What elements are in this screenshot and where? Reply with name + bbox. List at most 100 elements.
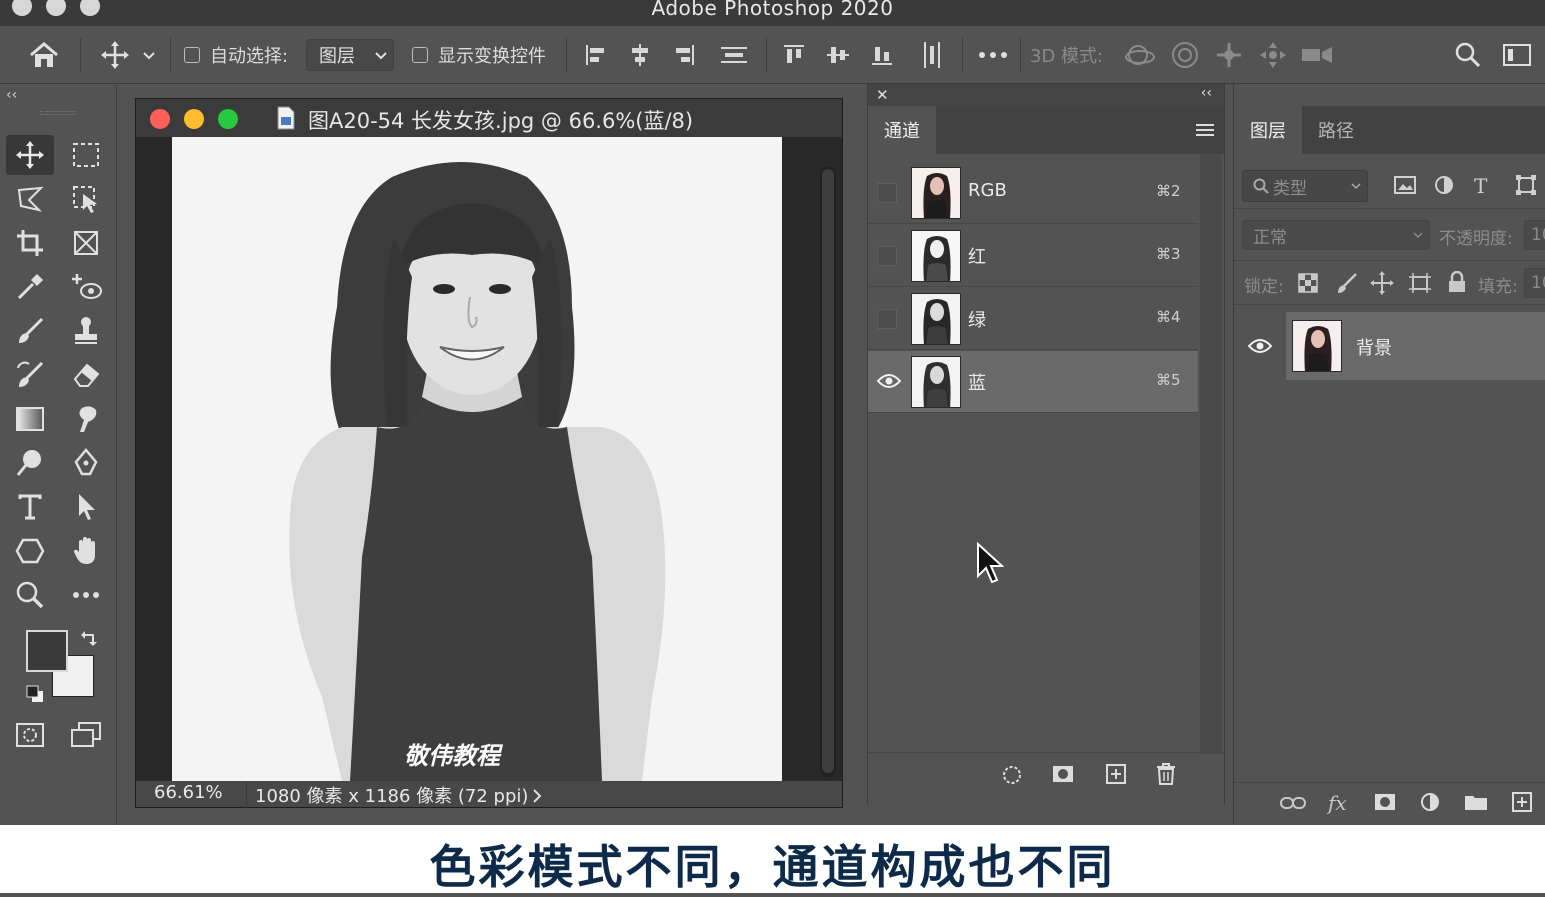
visibility-toggle[interactable] [877,309,897,329]
3d-slide-icon[interactable] [1258,26,1288,84]
collapse-panel-icon[interactable]: ‹‹ [6,87,17,103]
3d-pan-icon[interactable] [1214,26,1244,84]
filter-adjustment-icon[interactable] [1434,175,1454,199]
default-colors-icon[interactable] [26,685,44,707]
trash-icon[interactable] [1156,763,1176,789]
type-tool-icon[interactable] [6,487,54,527]
marquee-tool-icon[interactable] [62,135,110,175]
move-tool-preset-icon[interactable] [100,26,160,84]
add-mask-icon[interactable] [1374,793,1396,815]
history-brush-tool-icon[interactable] [6,355,54,395]
search-icon[interactable] [1454,26,1482,84]
home-icon[interactable] [28,26,60,84]
quick-mask-icon[interactable] [6,715,54,755]
new-adjustment-layer-icon[interactable] [1420,792,1442,818]
red-eye-tool-icon[interactable] [62,267,110,307]
channel-shortcut: ⌘4 [1156,308,1181,326]
swap-colors-icon[interactable] [80,629,98,651]
tab-channels[interactable]: 通道 [868,106,936,154]
eye-icon[interactable] [876,373,902,393]
close-panel-icon[interactable]: ✕ [876,86,889,104]
tab-layers[interactable]: 图层 [1234,106,1302,154]
path-selection-tool-icon[interactable] [62,487,110,527]
layer-style-icon[interactable]: fx [1328,791,1347,815]
edit-toolbar-icon[interactable] [62,575,110,615]
3d-orbit-icon[interactable] [1124,26,1156,84]
layer-visibility-toggle[interactable] [1234,312,1286,380]
link-layers-icon[interactable] [1280,795,1306,815]
lock-all-icon[interactable] [1448,270,1466,297]
opacity-input[interactable]: 10 [1524,220,1545,250]
scrollbar-thumb[interactable] [822,169,834,773]
collapse-panel-icon[interactable]: ‹‹ [1201,85,1212,101]
foreground-color-swatch[interactable] [26,630,68,672]
3d-camera-icon[interactable] [1300,26,1334,84]
zoom-tool-icon[interactable] [6,575,54,615]
align-left-icon[interactable] [584,26,608,84]
panel-menu-icon[interactable] [1196,122,1214,141]
eyedropper-tool-icon[interactable] [6,267,54,307]
lock-artboard-icon[interactable] [1408,272,1432,298]
channels-scrollbar[interactable] [1200,154,1222,754]
channel-row-green[interactable]: 绿 ⌘4 [868,288,1198,350]
align-bottom-icon[interactable] [870,26,894,84]
channel-row-blue[interactable]: 蓝 ⌘5 [868,351,1198,413]
filter-shape-icon[interactable] [1516,175,1536,199]
dodge-tool-icon[interactable] [6,443,54,483]
brush-tool-icon[interactable] [6,311,54,351]
fill-input[interactable]: 10 [1524,268,1545,298]
screen-mode-icon[interactable] [62,715,110,755]
visibility-toggle[interactable] [877,183,897,203]
shape-tool-icon[interactable] [6,531,54,571]
align-top-icon[interactable] [782,26,806,84]
eye-icon[interactable] [1248,338,1272,354]
new-group-icon[interactable] [1464,793,1488,815]
save-selection-as-channel-icon[interactable] [1052,765,1074,787]
layer-filter-dropdown[interactable]: 类型 [1242,170,1368,202]
channel-row-red[interactable]: 红 ⌘3 [868,225,1198,287]
document-zoom-button[interactable] [218,109,238,129]
new-channel-icon[interactable] [1106,764,1126,788]
canvas[interactable]: 敬伟教程 [172,137,782,781]
workspace-icon[interactable] [1502,26,1532,84]
chevron-right-icon[interactable] [532,787,542,808]
filter-pixel-icon[interactable] [1394,176,1416,198]
move-tool-icon[interactable] [6,135,54,175]
channel-row-rgb[interactable]: RGB ⌘2 [868,162,1198,224]
panel-grip[interactable] [40,111,76,115]
clone-stamp-tool-icon[interactable] [62,311,110,351]
new-layer-icon[interactable] [1512,792,1532,816]
lock-transparent-pixels-icon[interactable] [1298,273,1318,297]
document-close-button[interactable] [150,109,170,129]
load-channel-as-selection-icon[interactable] [1002,765,1022,789]
visibility-toggle[interactable] [877,246,897,266]
object-selection-tool-icon[interactable] [62,179,110,219]
show-transform-checkbox[interactable] [412,26,428,84]
crop-tool-icon[interactable] [6,223,54,263]
lock-position-icon[interactable] [1370,271,1394,299]
gradient-tool-icon[interactable] [6,399,54,439]
3d-roll-icon[interactable] [1170,26,1200,84]
layer-row-background[interactable]: 背景 [1286,312,1545,380]
blend-mode-dropdown[interactable]: 正常 [1242,220,1430,250]
vertical-scrollbar[interactable] [820,167,836,777]
auto-select-target-dropdown[interactable]: 图层 [306,39,394,71]
zoom-level[interactable]: 66.61% [154,782,223,803]
distribute-horizontal-icon[interactable] [920,26,944,84]
distribute-vertical-icon[interactable] [720,26,748,84]
align-right-icon[interactable] [672,26,696,84]
lasso-tool-icon[interactable] [6,179,54,219]
hand-tool-icon[interactable] [62,531,110,571]
eraser-tool-icon[interactable] [62,355,110,395]
more-options-icon[interactable] [978,26,1008,84]
pen-tool-icon[interactable] [62,443,110,483]
lock-image-pixels-icon[interactable] [1336,272,1358,298]
tab-paths[interactable]: 路径 [1302,106,1370,154]
filter-type-icon[interactable]: T [1474,174,1487,198]
align-vertical-center-icon[interactable] [826,26,850,84]
smudge-tool-icon[interactable] [62,399,110,439]
auto-select-checkbox[interactable] [184,26,200,84]
frame-tool-icon[interactable] [62,223,110,263]
align-horizontal-center-icon[interactable] [628,26,652,84]
document-minimize-button[interactable] [184,109,204,129]
